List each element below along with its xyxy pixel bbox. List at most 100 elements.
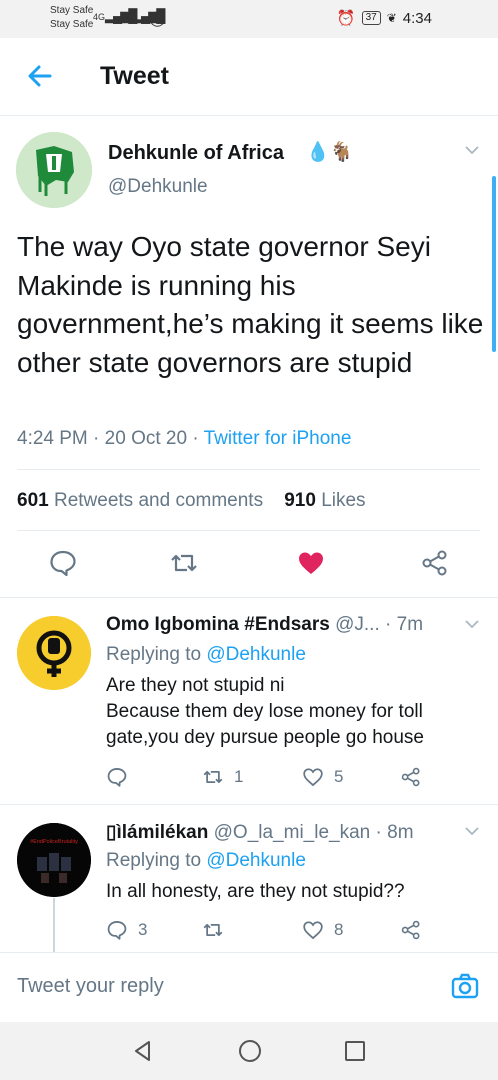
reply-text-line: Are they not stupid ni bbox=[106, 675, 285, 696]
author-name[interactable]: Dehkunle of Africa bbox=[108, 142, 284, 165]
share-button[interactable] bbox=[400, 919, 422, 941]
likes-count: 910 bbox=[284, 490, 316, 511]
likes-count-link[interactable]: 910 Likes bbox=[284, 490, 365, 511]
status-right: ⏰ 37 ❦ 4:34 bbox=[336, 9, 432, 28]
meta-separator: · bbox=[93, 428, 105, 449]
system-nav-bar bbox=[0, 1022, 498, 1080]
comment-icon bbox=[107, 921, 127, 940]
heart-icon bbox=[303, 921, 323, 940]
reply-actions: 3 8 bbox=[106, 919, 436, 943]
scrollbar[interactable] bbox=[492, 176, 496, 352]
comment-count: 3 bbox=[138, 920, 148, 939]
share-button[interactable] bbox=[400, 766, 422, 788]
replying-mention[interactable]: @Dehkunle bbox=[206, 644, 306, 665]
signal-2-label: 4G bbox=[121, 12, 134, 22]
likes-label: Likes bbox=[321, 490, 366, 511]
reply-time: 7m bbox=[396, 614, 424, 635]
reply-header: Omo Igbomina #Endsars @J... · 7m bbox=[106, 614, 423, 636]
divider bbox=[17, 469, 480, 470]
replying-label: Replying to bbox=[106, 850, 202, 871]
share-icon bbox=[401, 767, 420, 787]
carrier-labels: Stay Safe Stay Safe bbox=[50, 4, 93, 32]
replying-to: Replying to @Dehkunle bbox=[106, 850, 306, 872]
reply-text-line: In all honesty, are they not stupid?? bbox=[106, 881, 405, 902]
reply-item[interactable]: Omo Igbomina #Endsars @J... · 7m Replyin… bbox=[0, 598, 498, 804]
retweet-count: 1 bbox=[234, 767, 244, 786]
carrier-1: Stay Safe bbox=[50, 5, 94, 16]
tweet-source-link[interactable]: Twitter for iPhone bbox=[204, 428, 352, 449]
reply-input[interactable]: Tweet your reply bbox=[17, 975, 164, 998]
chevron-down-icon[interactable] bbox=[464, 823, 480, 839]
signal-1-label: 4G bbox=[93, 12, 106, 22]
heart-icon[interactable] bbox=[296, 548, 326, 578]
retweet-icon bbox=[203, 923, 223, 937]
like-button[interactable]: 8 bbox=[302, 919, 343, 941]
retweet-icon[interactable] bbox=[169, 548, 199, 578]
replying-mention[interactable]: @Dehkunle bbox=[206, 850, 306, 871]
camera-icon[interactable] bbox=[450, 971, 480, 1001]
reply-header: ▯ìlámilékan @O_la_mi_le_kan · 8m bbox=[106, 821, 414, 844]
reply-text-line: gate,you dey pursue people go house bbox=[106, 727, 424, 748]
retweets-count-link[interactable]: 601 Retweets and comments bbox=[17, 490, 263, 511]
nav-home-icon[interactable] bbox=[238, 1039, 262, 1063]
reply-author-name[interactable]: ìlámilékan bbox=[116, 822, 208, 843]
reply-text: Are they not stupid ni Because them dey … bbox=[106, 673, 476, 751]
tweet-counts: 601 Retweets and comments 910 Likes bbox=[17, 490, 366, 512]
retweets-label: Retweets and comments bbox=[53, 490, 264, 511]
thread-line bbox=[53, 898, 55, 954]
meta-separator: · bbox=[192, 428, 204, 449]
reply-text: In all honesty, are they not stupid?? bbox=[106, 879, 476, 905]
reply-time-sep: · bbox=[385, 614, 392, 635]
reply-bar: Tweet your reply bbox=[0, 952, 498, 1022]
page-title: Tweet bbox=[100, 62, 169, 90]
reply-time-sep: · bbox=[375, 822, 382, 843]
chevron-down-icon[interactable] bbox=[464, 142, 480, 158]
reply-time: 8m bbox=[387, 822, 414, 843]
comment-icon bbox=[107, 768, 127, 787]
avatar[interactable] bbox=[16, 132, 92, 208]
leaf-icon: ❦ bbox=[386, 11, 397, 25]
like-count: 5 bbox=[334, 767, 344, 786]
nav-back-icon[interactable] bbox=[131, 1039, 155, 1063]
reply-item[interactable]: #EndPoliceBrutality ▯ìlámilékan @O_la_mi… bbox=[0, 805, 498, 952]
reply-author-handle[interactable]: @O_la_mi_le_kan bbox=[214, 822, 371, 843]
author-handle[interactable]: @Dehkunle bbox=[108, 176, 208, 198]
retweet-button[interactable]: 1 bbox=[202, 766, 243, 788]
retweet-icon bbox=[203, 770, 223, 784]
tweet-time: 4:24 PM bbox=[17, 428, 88, 449]
share-icon bbox=[401, 920, 420, 940]
reply-actions: 1 5 bbox=[106, 766, 436, 790]
like-count: 8 bbox=[334, 920, 344, 939]
comment-button[interactable]: 3 bbox=[106, 919, 147, 941]
reply-author-handle[interactable]: @J... bbox=[335, 614, 380, 635]
reply-author-name[interactable]: Omo Igbomina #Endsars bbox=[106, 614, 330, 635]
carrier-2: Stay Safe bbox=[50, 19, 94, 30]
divider bbox=[17, 530, 480, 531]
whatsapp-icon: ◯ bbox=[149, 10, 166, 27]
heart-icon bbox=[303, 768, 323, 787]
comment-button[interactable] bbox=[106, 766, 138, 788]
arrow-left-icon[interactable] bbox=[24, 60, 56, 92]
replying-label: Replying to bbox=[106, 644, 202, 665]
reply-name-glyph: ▯ bbox=[106, 822, 117, 843]
reply-text-line: Because them dey lose money for toll bbox=[106, 701, 423, 722]
avatar-caption: #EndPoliceBrutality bbox=[30, 839, 78, 845]
app-bar: Tweet bbox=[0, 38, 498, 116]
comment-icon[interactable] bbox=[48, 548, 78, 578]
share-icon[interactable] bbox=[420, 548, 450, 578]
battery-icon: 37 bbox=[361, 11, 381, 25]
tweet-text: The way Oyo state governor Seyi Makinde … bbox=[17, 231, 484, 378]
alarm-icon: ⏰ bbox=[336, 10, 356, 27]
chevron-down-icon[interactable] bbox=[464, 616, 480, 632]
avatar[interactable] bbox=[17, 616, 91, 690]
avatar[interactable]: #EndPoliceBrutality bbox=[17, 823, 91, 897]
like-button[interactable]: 5 bbox=[302, 766, 343, 788]
retweets-count: 601 bbox=[17, 490, 49, 511]
tweet-meta: 4:24 PM · 20 Oct 20 · Twitter for iPhone bbox=[17, 428, 351, 450]
author-emoji: 💧🐐 bbox=[306, 142, 354, 163]
status-time: 4:34 bbox=[402, 9, 432, 27]
retweet-button[interactable] bbox=[202, 919, 234, 941]
status-bar: Stay Safe Stay Safe 4G▂▄▆█ 4G▂▄▆█ ◯ ⏰ 37… bbox=[0, 0, 498, 38]
replying-to: Replying to @Dehkunle bbox=[106, 644, 306, 666]
nav-recents-icon[interactable] bbox=[343, 1039, 367, 1063]
